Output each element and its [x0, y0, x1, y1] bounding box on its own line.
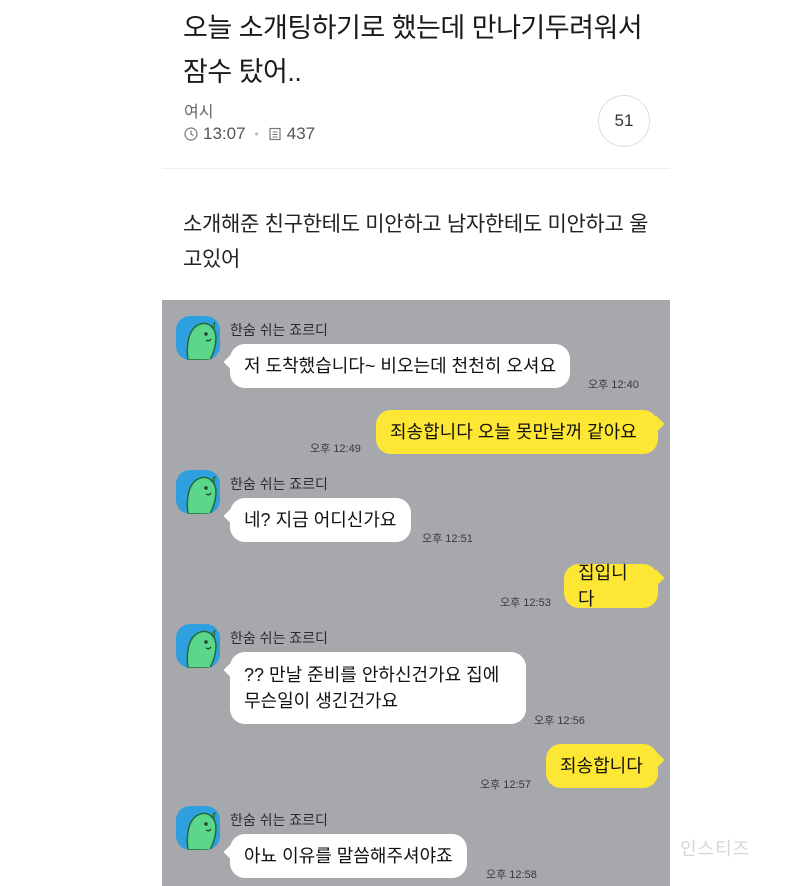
avatar: [176, 806, 220, 850]
comment-count-button[interactable]: 51: [598, 95, 650, 147]
avatar: [176, 470, 220, 514]
message-time: 오후 12:51: [422, 533, 473, 545]
message-bubble: 집입니다: [564, 563, 658, 609]
clock-icon: [184, 127, 198, 141]
message-bubble: 아뇨 이유를 말씀해주셔야죠: [230, 834, 467, 878]
watermark: 인스티즈: [680, 839, 751, 859]
message-time: 오후 12:56: [534, 715, 585, 727]
jordi-character-icon: [186, 475, 217, 514]
divider: [162, 168, 670, 169]
message-time: 오후 12:53: [500, 597, 551, 609]
avatar: [176, 316, 220, 360]
meta-separator: •: [254, 127, 259, 141]
post-body: 소개해준 친구한테도 미안하고 남자한테도 미안하고 울고있어: [183, 213, 649, 271]
sender-name: 한숨 쉬는 죠르디: [230, 476, 328, 492]
message-line: 무슨일이 생긴건가요: [244, 691, 399, 711]
post-author[interactable]: 여시: [184, 98, 213, 122]
post-meta: 13:07 • 437: [184, 124, 315, 144]
message-time: 오후 12:40: [588, 379, 639, 391]
post-views: 437: [286, 124, 316, 143]
sender-name: 한숨 쉬는 죠르디: [230, 812, 328, 828]
message-bubble: 죄송합니다 오늘 못만날꺼 같아요: [376, 410, 658, 454]
post-time: 13:07: [203, 124, 246, 143]
post-title: 오늘 소개팅하기로 했는데 만나기두려워서 잠수 탔어..: [183, 13, 643, 87]
message-time: 오후 12:57: [480, 779, 531, 791]
message-bubble: 죄송합니다: [546, 744, 658, 788]
sender-name: 한숨 쉬는 죠르디: [230, 630, 328, 646]
message-time: 오후 12:58: [486, 869, 537, 881]
sender-name: 한숨 쉬는 죠르디: [230, 322, 328, 338]
message-bubble: 저 도착했습니다~ 비오는데 천천히 오셔요: [230, 344, 571, 388]
chat-screenshot: 한숨 쉬는 죠르디 저 도착했습니다~ 비오는데 천천히 오셔요 오후 12:4…: [162, 300, 670, 886]
avatar: [176, 624, 220, 668]
jordi-character-icon: [186, 321, 217, 360]
message-line: ?? 만날 준비를 안하신건가요 집에: [244, 665, 500, 685]
views-icon: [269, 127, 281, 141]
message-bubble: ?? 만날 준비를 안하신건가요 집에 무슨일이 생긴건가요: [230, 652, 526, 724]
jordi-character-icon: [186, 811, 217, 850]
jordi-character-icon: [186, 629, 217, 668]
message-time: 오후 12:49: [310, 443, 361, 455]
message-bubble: 네? 지금 어디신가요: [230, 498, 411, 542]
